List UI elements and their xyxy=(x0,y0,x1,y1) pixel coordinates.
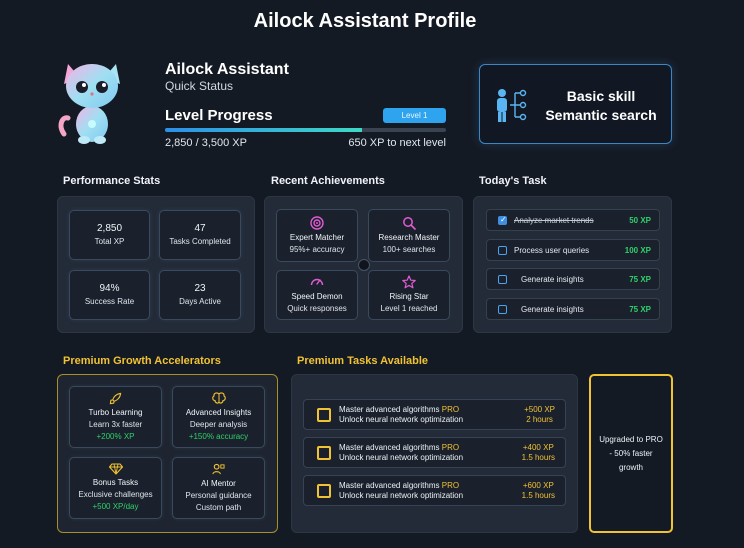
task-name: Generate insights xyxy=(521,305,584,314)
mentor-icon xyxy=(212,463,225,474)
pro-badge: PRO xyxy=(441,481,460,490)
premium-task-name: Master advanced algorithms xyxy=(339,443,440,452)
skill-card[interactable]: Basic skill Semantic search xyxy=(479,64,672,144)
target-icon xyxy=(310,215,324,230)
diamond-icon xyxy=(108,463,123,475)
performance-stats-title: Performance Stats xyxy=(63,175,161,187)
person-network-icon xyxy=(497,89,527,122)
task-checkbox[interactable] xyxy=(498,305,507,314)
kitten-avatar-icon xyxy=(58,64,120,144)
premium-task-desc: Unlock neural network optimization xyxy=(339,491,464,500)
pro-badge: PRO xyxy=(441,443,460,452)
todays-task-title: Today's Task xyxy=(479,175,547,187)
task-row[interactable]: Generate insights 75 XP xyxy=(486,268,660,290)
premium-accelerators-title: Premium Growth Accelerators xyxy=(63,355,221,367)
premium-task-time: 2 hours xyxy=(526,415,553,424)
premium-task-name: Master advanced algorithms xyxy=(339,481,440,490)
premium-task-xp: +600 XP xyxy=(522,481,554,490)
accelerator-turbo-learning[interactable]: Turbo Learning Learn 3x faster +200% XP xyxy=(69,386,162,448)
skill-line-1: Basic skill xyxy=(566,88,636,104)
refresh-icon[interactable] xyxy=(358,259,370,271)
achievement-expert-matcher: Expert Matcher 95%+ accuracy xyxy=(276,209,358,262)
premium-task-checkbox[interactable] xyxy=(317,408,331,422)
stat-days-active: 23 Days Active xyxy=(159,270,241,320)
upgrade-pro-card[interactable]: Upgraded to PRO - 50% faster growth xyxy=(589,374,673,533)
task-name: Process user queries xyxy=(514,246,590,255)
achievement-research-master: Research Master 100+ searches xyxy=(368,209,450,262)
stat-success-rate: 94% Success Rate xyxy=(69,270,150,320)
premium-task-desc: Unlock neural network optimization xyxy=(339,453,464,462)
xp-to-next: 650 XP to next level xyxy=(348,137,446,149)
task-name: Analyze market trends xyxy=(514,216,594,225)
rocket-icon xyxy=(109,392,122,404)
achievement-speed-demon: Speed Demon Quick responses xyxy=(276,270,358,320)
task-row[interactable]: Generate insights 75 XP xyxy=(486,298,660,320)
level-badge: Level 1 xyxy=(383,108,446,123)
task-xp: 75 XP xyxy=(629,275,651,284)
premium-task-xp: +500 XP xyxy=(524,405,555,414)
stat-tasks-completed: 47 Tasks Completed xyxy=(159,210,241,260)
accelerator-bonus-tasks[interactable]: Bonus Tasks Exclusive challenges +500 XP… xyxy=(69,457,162,519)
accelerator-advanced-insights[interactable]: Advanced Insights Deeper analysis +150% … xyxy=(172,386,265,448)
level-progress-fill xyxy=(165,128,362,132)
level-progress-bar xyxy=(165,128,446,132)
quick-status-label: Quick Status xyxy=(165,79,234,93)
premium-task-row[interactable]: Master advanced algorithms PRO Unlock ne… xyxy=(303,437,566,468)
premium-task-time: 1.5 hours xyxy=(521,453,555,462)
premium-task-xp: +400 XP xyxy=(522,443,554,452)
achievement-rising-star: Rising Star Level 1 reached xyxy=(368,270,450,320)
premium-task-row[interactable]: Master advanced algorithms PRO Unlock ne… xyxy=(303,475,566,506)
stat-total-xp: 2,850 Total XP xyxy=(69,210,150,260)
task-row[interactable]: Process user queries 100 XP xyxy=(486,239,660,261)
upgrade-pro-text: Upgraded to PRO - 50% faster growth xyxy=(599,434,663,472)
pro-badge: PRO xyxy=(441,405,460,414)
speedometer-icon xyxy=(310,278,324,286)
premium-tasks-title: Premium Tasks Available xyxy=(297,355,429,367)
premium-task-row[interactable]: Master advanced algorithms PRO Unlock ne… xyxy=(303,399,566,430)
page-title: Ailock Assistant Profile xyxy=(253,10,477,32)
premium-task-desc: Unlock neural network optimization xyxy=(339,415,464,424)
premium-task-name: Master advanced algorithms xyxy=(339,405,440,414)
assistant-name: Ailock Assistant xyxy=(165,61,289,78)
task-row[interactable]: Analyze market trends 50 XP xyxy=(486,209,660,231)
premium-task-checkbox[interactable] xyxy=(317,484,331,498)
task-xp: 75 XP xyxy=(629,305,651,314)
skill-line-2: Semantic search xyxy=(545,107,657,123)
level-progress-label: Level Progress xyxy=(165,107,273,124)
task-name: Generate insights xyxy=(521,275,584,284)
task-xp: 50 XP xyxy=(629,216,651,225)
magnifier-icon xyxy=(403,216,416,230)
premium-task-checkbox[interactable] xyxy=(317,446,331,460)
xp-current: 2,850 / 3,500 XP xyxy=(165,137,247,149)
star-icon xyxy=(402,275,416,289)
task-checkbox[interactable] xyxy=(498,275,507,284)
task-xp: 100 XP xyxy=(624,246,651,255)
task-checkbox[interactable] xyxy=(498,215,507,225)
premium-task-time: 1.5 hours xyxy=(521,491,555,500)
task-checkbox[interactable] xyxy=(498,246,507,255)
recent-achievements-title: Recent Achievements xyxy=(271,175,385,187)
brain-icon xyxy=(211,391,226,404)
accelerator-ai-mentor[interactable]: AI Mentor Personal guidance Custom path xyxy=(172,457,265,519)
